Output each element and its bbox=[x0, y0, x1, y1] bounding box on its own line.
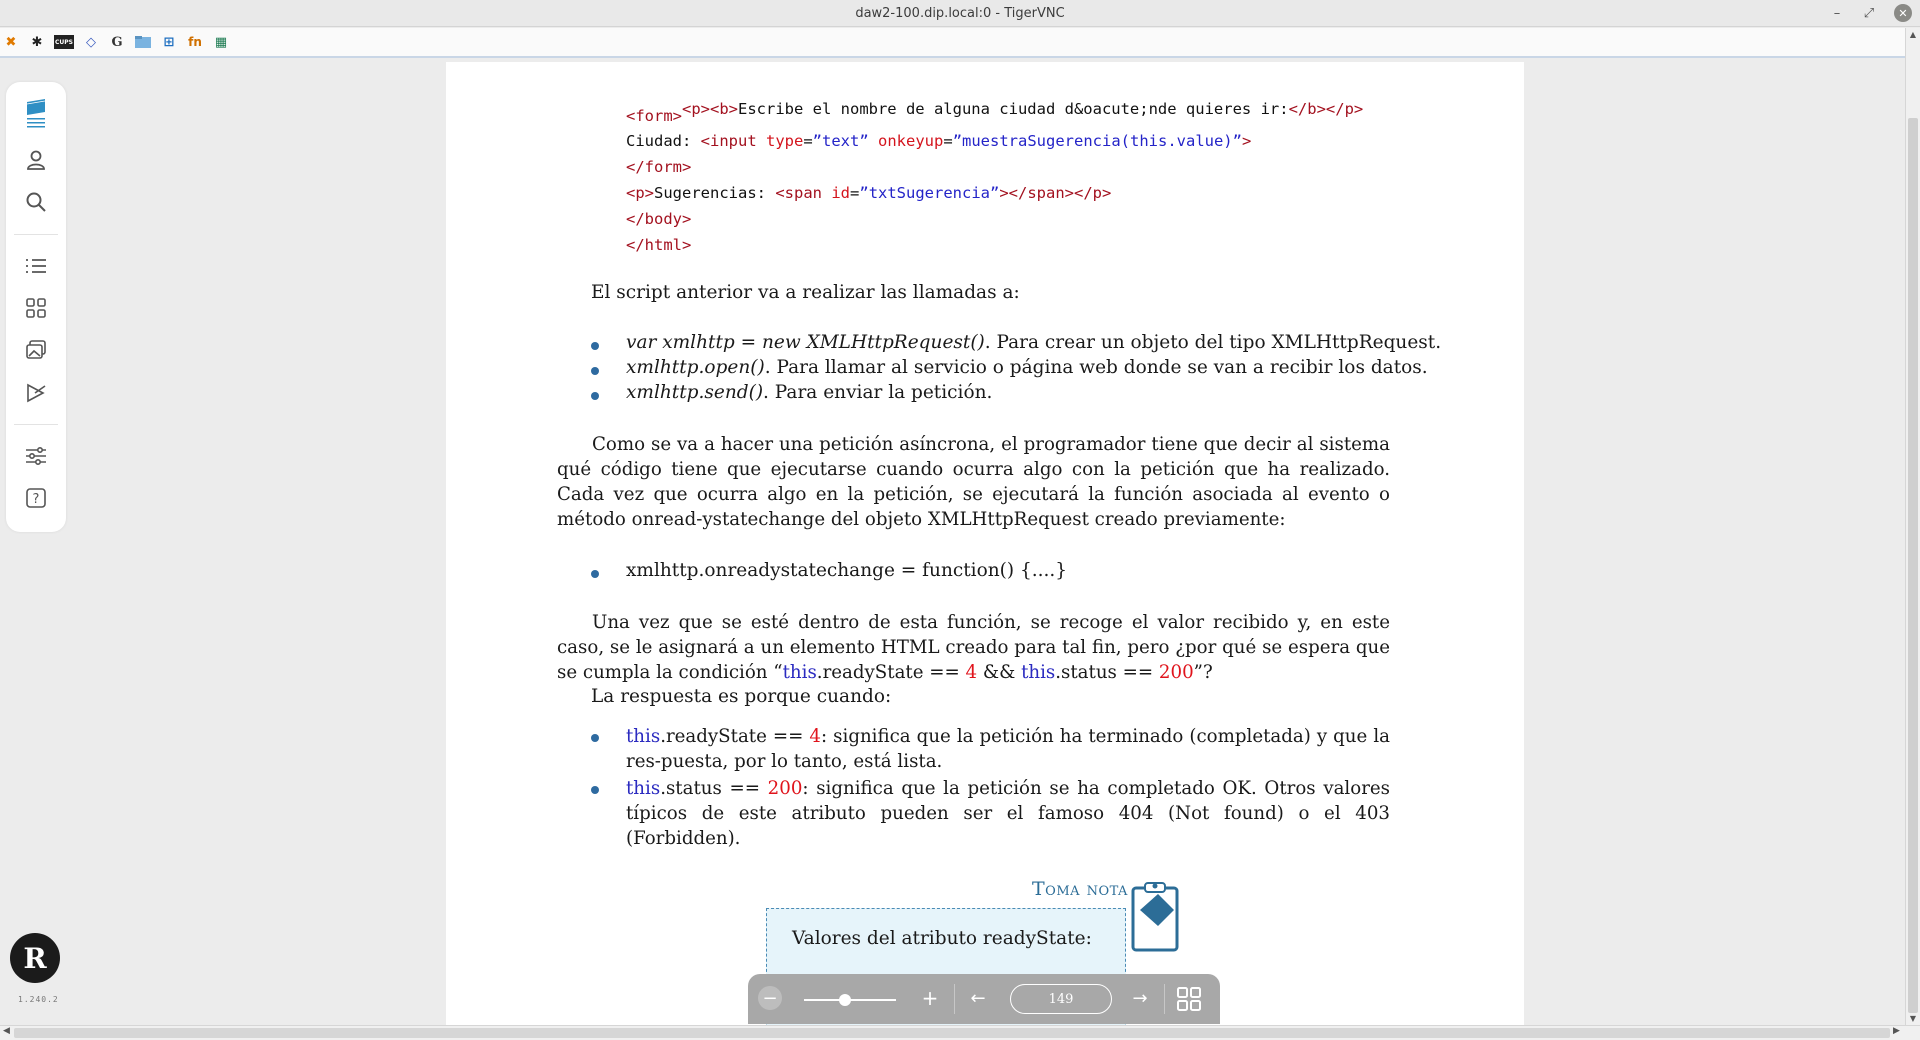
intro-text: El script anterior va a realizar las lla… bbox=[591, 282, 1020, 303]
zoom-divider bbox=[954, 984, 955, 1014]
code-line: <form> bbox=[626, 107, 682, 125]
zoom-out-button[interactable]: − bbox=[758, 986, 782, 1010]
network-icon[interactable]: ⊞ bbox=[160, 33, 178, 51]
document-page: <p><b>Escribe el nombre de alguna ciudad… bbox=[446, 62, 1524, 1025]
list-item: this.readyState == 4: significa que la p… bbox=[626, 726, 1390, 772]
zoom-divider bbox=[1164, 984, 1165, 1014]
list-item: xmlhttp.send(). Para enviar la petición. bbox=[626, 382, 993, 403]
close-icon[interactable]: ✕ bbox=[1894, 4, 1912, 22]
bullet bbox=[591, 570, 599, 578]
thumbnails-icon[interactable] bbox=[24, 296, 48, 320]
cups-icon[interactable]: CUPS bbox=[54, 35, 74, 49]
bullet bbox=[591, 734, 599, 742]
bullet bbox=[591, 392, 599, 400]
gallery-icon[interactable] bbox=[24, 338, 48, 362]
code-line: Ciudad: <input type=”text” onkeyup=”mues… bbox=[626, 132, 1252, 150]
scroll-right-icon[interactable]: ▶ bbox=[1893, 1026, 1900, 1036]
list-item: xmlhttp.open(). Para llamar al servicio … bbox=[626, 357, 1428, 378]
window-controls: – ⤢ ✕ bbox=[1830, 4, 1912, 22]
code-line: <p><b>Escribe el nombre de alguna ciudad… bbox=[682, 100, 1364, 118]
code-line: </html> bbox=[626, 236, 692, 254]
page-number-field[interactable]: 149 bbox=[1010, 984, 1112, 1014]
reader-app: ? R 1.240.2 <p><b>Escribe el nombre de a… bbox=[0, 60, 1905, 1025]
list-item: xmlhttp.onreadystatechange = function() … bbox=[626, 560, 1068, 581]
pen-icon[interactable]: ◇ bbox=[82, 33, 100, 51]
settings-sliders-icon[interactable] bbox=[24, 444, 48, 468]
paragraph: Como se va a hacer una petición asíncron… bbox=[557, 434, 1390, 530]
bullet bbox=[591, 342, 599, 350]
side-navigation: ? bbox=[6, 82, 66, 532]
note-heading: Toma nota bbox=[1032, 878, 1128, 900]
scroll-up-icon[interactable]: ▲ bbox=[1907, 30, 1919, 42]
scroll-left-icon[interactable]: ◀ bbox=[3, 1026, 10, 1036]
list-item: var xmlhttp = new XMLHttpRequest(). Para… bbox=[626, 332, 1442, 353]
bullet bbox=[591, 786, 599, 794]
previous-page-button[interactable]: ← bbox=[966, 986, 990, 1010]
bullet bbox=[591, 367, 599, 375]
list-icon[interactable] bbox=[24, 254, 48, 278]
vnc-toolbar: ✖ ✱ CUPS ◇ G ⊞ fn ▦ bbox=[0, 28, 1905, 58]
code-line: </body> bbox=[626, 210, 692, 228]
publisher-logo-icon[interactable] bbox=[24, 98, 48, 130]
horizontal-scroll-thumb[interactable] bbox=[14, 1028, 1890, 1038]
x-icon[interactable]: ✖ bbox=[2, 33, 20, 51]
list-item: this.status == 200: significa que la pet… bbox=[626, 778, 1390, 849]
svg-text:?: ? bbox=[33, 492, 40, 507]
draw-icon[interactable] bbox=[24, 380, 48, 404]
g-icon[interactable]: G bbox=[108, 33, 126, 51]
vertical-scroll-thumb[interactable] bbox=[1908, 118, 1918, 1013]
page-grid-icon[interactable] bbox=[1176, 986, 1202, 1012]
gear-icon[interactable]: ✱ bbox=[28, 33, 46, 51]
vertical-scrollbar[interactable]: ▲ ▼ bbox=[1905, 28, 1920, 1028]
folder-icon[interactable] bbox=[134, 33, 152, 51]
user-icon[interactable] bbox=[24, 148, 48, 172]
nav-divider bbox=[14, 424, 58, 425]
clipboard-icon bbox=[1130, 880, 1180, 954]
paragraph: Una vez que se esté dentro de esta funci… bbox=[557, 612, 1390, 683]
zoom-slider-handle[interactable] bbox=[839, 994, 852, 1006]
restore-icon[interactable]: ⤢ bbox=[1862, 6, 1876, 21]
fn-icon[interactable]: fn bbox=[186, 33, 204, 51]
note-text: Valores del atributo readyState: bbox=[792, 928, 1092, 949]
next-page-button[interactable]: → bbox=[1128, 986, 1152, 1010]
code-line: <p>Sugerencias: <span id=”txtSugerencia”… bbox=[626, 184, 1112, 202]
help-icon[interactable]: ? bbox=[24, 486, 48, 510]
zoom-control: − + ← 149 → bbox=[748, 974, 1220, 1024]
window-titlebar: daw2-100.dip.local:0 - TigerVNC – ⤢ ✕ bbox=[0, 0, 1920, 27]
minimize-icon[interactable]: – bbox=[1830, 6, 1844, 21]
nav-divider bbox=[14, 234, 58, 235]
zoom-in-button[interactable]: + bbox=[918, 986, 942, 1010]
grid-icon[interactable]: ▦ bbox=[212, 33, 230, 51]
code-line: </form> bbox=[626, 158, 692, 176]
app-version: 1.240.2 bbox=[18, 995, 59, 1004]
brand-logo[interactable]: R bbox=[10, 933, 60, 983]
horizontal-scrollbar[interactable]: ◀ ▶ bbox=[0, 1025, 1920, 1040]
window-title: daw2-100.dip.local:0 - TigerVNC bbox=[855, 5, 1065, 21]
search-icon[interactable] bbox=[24, 190, 48, 214]
answer-text: La respuesta es porque cuando: bbox=[591, 686, 892, 707]
